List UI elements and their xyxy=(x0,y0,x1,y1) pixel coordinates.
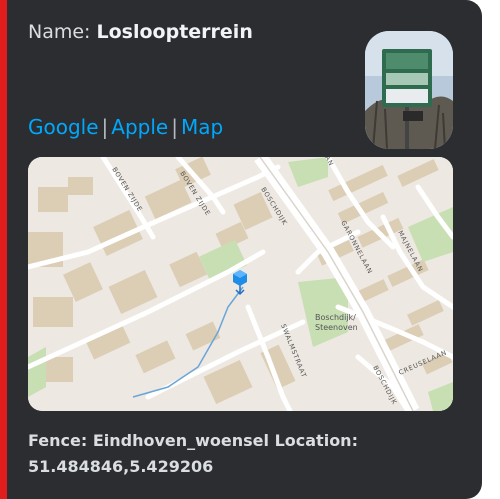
embed-title: Name: Losloopterrein xyxy=(28,21,253,43)
map-image[interactable]: BOVEN ZIJDE BOVEN ZIJDE BOSCHDIJK BOSCHD… xyxy=(28,157,453,411)
name-label: Name: xyxy=(28,21,91,43)
place-label-line1: Boschdijk/ xyxy=(315,313,356,322)
embed-accent-bar xyxy=(0,0,7,499)
map-link[interactable]: Map xyxy=(181,115,223,139)
place-label: Boschdijk/ Steenoven xyxy=(315,313,358,332)
fence-line: Fence: Eindhoven_woensel Location: xyxy=(28,431,358,450)
map-canvas: BOVEN ZIJDE BOVEN ZIJDE BOSCHDIJK BOSCHD… xyxy=(28,157,453,411)
thumbnail-image[interactable] xyxy=(365,31,453,149)
embed-card: Name: Losloopterrein Google | Apple | Map xyxy=(0,0,482,499)
apple-link[interactable]: Apple xyxy=(111,115,168,139)
fence-location-text: Fence: Eindhoven_woensel Location: 51.48… xyxy=(28,428,468,480)
place-label-line2: Steenoven xyxy=(315,323,358,332)
map-links: Google | Apple | Map xyxy=(28,115,223,139)
link-separator: | xyxy=(101,115,109,139)
sign-photo-icon xyxy=(365,31,453,149)
name-value: Losloopterrein xyxy=(96,21,253,43)
google-link[interactable]: Google xyxy=(28,115,99,139)
coordinates-line: 51.484846,5.429206 xyxy=(28,457,214,476)
link-separator: | xyxy=(171,115,178,139)
